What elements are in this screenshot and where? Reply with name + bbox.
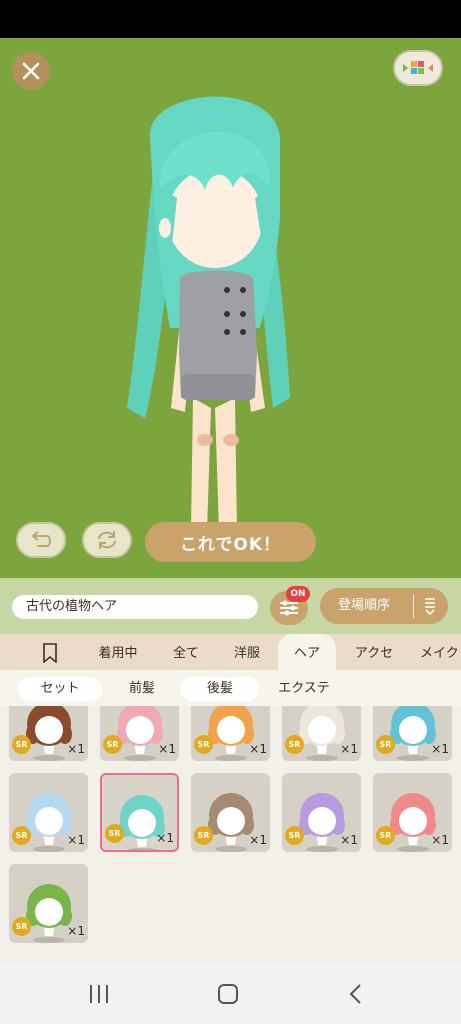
sort-divider — [413, 594, 414, 618]
avatar-character — [127, 96, 290, 547]
item-count: ×1 — [340, 742, 358, 756]
tab-hair[interactable]: ヘア — [278, 634, 336, 670]
rarity-badge: SR — [194, 826, 213, 845]
item-count: ×1 — [431, 833, 449, 847]
item-count: ×1 — [158, 742, 176, 756]
item-count: ×1 — [431, 742, 449, 756]
item-count: ×1 — [67, 833, 85, 847]
subtab-extensions[interactable]: エクステ — [268, 677, 340, 701]
item-name-bar: 古代の植物ヘア ON 登場順序 — [0, 578, 461, 634]
item-count: ×1 — [67, 924, 85, 938]
item-card[interactable]: SR ×1 — [100, 773, 179, 852]
back-icon[interactable] — [348, 983, 364, 1005]
rarity-badge: SR — [194, 735, 213, 754]
rarity-badge: SR — [12, 735, 31, 754]
rarity-badge: SR — [105, 824, 124, 843]
reset-button[interactable] — [82, 522, 132, 558]
rarity-badge: SR — [12, 917, 31, 936]
palette-view-icon — [403, 61, 433, 74]
rarity-badge: SR — [376, 735, 395, 754]
rarity-badge: SR — [12, 826, 31, 845]
item-count: ×1 — [67, 742, 85, 756]
tab-accessories[interactable]: アクセ — [342, 634, 406, 670]
rarity-badge: SR — [285, 826, 304, 845]
avatar-stage: これでOK！ — [0, 38, 461, 578]
undo-icon — [31, 531, 51, 547]
category-tabs: 着用中 全て 洋服 ヘア アクセ メイク — [0, 634, 461, 670]
rarity-badge: SR — [376, 826, 395, 845]
subtab-front-hair[interactable]: 前髪 — [112, 677, 172, 701]
tab-clothes[interactable]: 洋服 — [220, 634, 274, 670]
item-count: ×1 — [249, 742, 267, 756]
system-nav-bar — [0, 964, 461, 1024]
tab-all[interactable]: 全て — [158, 634, 214, 670]
tab-wearing[interactable]: 着用中 — [88, 634, 148, 670]
item-count: ×1 — [156, 831, 174, 845]
item-card[interactable]: SR ×1 — [282, 706, 361, 761]
home-icon[interactable] — [217, 983, 239, 1005]
item-count: ×1 — [340, 833, 358, 847]
item-card[interactable]: SR ×1 — [191, 706, 270, 761]
confirm-ok-button[interactable]: これでOK！ — [145, 522, 316, 562]
undo-button[interactable] — [16, 522, 66, 558]
item-card[interactable]: SR ×1 — [373, 706, 452, 761]
filter-on-badge: ON — [286, 586, 310, 602]
tab-bookmark[interactable] — [28, 634, 72, 670]
item-grid: SR ×1 SR ×1 SR ×1 SR ×1 SR ×1 SR ×1 SR ×1 SR ×1 SR ×1 SR ×1… — [0, 706, 461, 964]
hair-subcategory-tabs: セット 前髪 後髪 エクステ — [0, 670, 461, 706]
bookmark-icon — [43, 643, 57, 664]
item-card[interactable]: SR ×1 — [9, 706, 88, 761]
close-icon — [22, 62, 40, 80]
tab-makeup[interactable]: メイク — [420, 634, 461, 670]
item-card[interactable]: SR ×1 — [9, 864, 88, 943]
subtab-set[interactable]: セット — [18, 677, 102, 701]
item-card[interactable]: SR ×1 — [191, 773, 270, 852]
recents-icon[interactable] — [88, 984, 110, 1004]
rarity-badge: SR — [103, 735, 122, 754]
item-card[interactable]: SR ×1 — [9, 773, 88, 852]
item-card[interactable]: SR ×1 — [373, 773, 452, 852]
item-count: ×1 — [249, 833, 267, 847]
sort-button[interactable]: 登場順序 — [320, 588, 448, 624]
refresh-icon — [98, 531, 116, 549]
rarity-badge: SR — [285, 735, 304, 754]
subtab-back-hair[interactable]: 後髪 — [180, 677, 260, 701]
close-button[interactable] — [12, 52, 50, 90]
item-card[interactable]: SR ×1 — [282, 773, 361, 852]
sort-label: 登場順序 — [338, 598, 391, 613]
item-name-field: 古代の植物ヘア — [12, 595, 258, 619]
view-toggle-button[interactable] — [393, 50, 443, 86]
item-card[interactable]: SR ×1 — [100, 706, 179, 761]
sort-order-icon — [425, 598, 435, 615]
status-bar — [0, 0, 461, 38]
